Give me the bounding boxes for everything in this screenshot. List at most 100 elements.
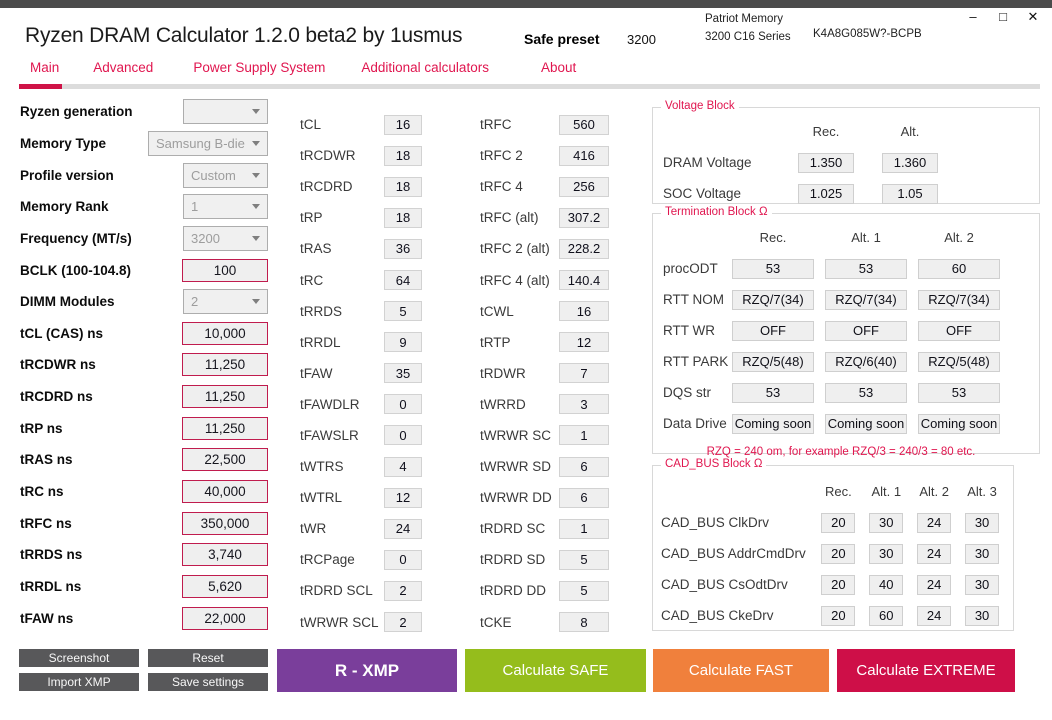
input-trdrd-sc[interactable]: 1 — [559, 518, 609, 539]
input-trtp[interactable]: 12 — [559, 332, 609, 353]
input-dram-voltage-alt[interactable]: 1.360 — [882, 152, 938, 173]
input-trfc[interactable]: 560 — [559, 114, 609, 135]
input-data-drive-alt-1[interactable]: Coming soon — [825, 413, 907, 434]
dropdown-ryzen-generation[interactable] — [183, 99, 268, 125]
input-dram-voltage-rec[interactable]: 1.350 — [798, 152, 854, 173]
r-xmp-button[interactable]: R - XMP — [277, 649, 457, 692]
input-trfc-4[interactable]: 256 — [559, 176, 609, 197]
tab-additional-calculators[interactable]: Additional calculators — [361, 60, 489, 78]
input-cad-bus-ckedrv-alt-2[interactable]: 24 — [917, 605, 952, 626]
input-tcke[interactable]: 8 — [559, 612, 609, 633]
input-trcdrd[interactable]: 18 — [384, 176, 422, 197]
close-icon[interactable]: ✕ — [1026, 8, 1040, 26]
input-dqs-str-rec[interactable]: 53 — [732, 382, 814, 403]
input-rtt-park-rec[interactable]: RZQ/5(48) — [732, 351, 814, 372]
tab-power-supply-system[interactable]: Power Supply System — [193, 60, 325, 78]
input-rtt-park-alt-2[interactable]: RZQ/5(48) — [918, 351, 1000, 372]
input-tras-ns[interactable]: 22,500 — [182, 448, 268, 472]
input-twrrd[interactable]: 3 — [559, 394, 609, 415]
input-data-drive-alt-2[interactable]: Coming soon — [918, 413, 1000, 434]
input-rtt-wr-alt-1[interactable]: OFF — [825, 320, 907, 341]
input-cad-bus-clkdrv-rec[interactable]: 20 — [821, 512, 856, 533]
input-cad-bus-addrcmddrv-alt-2[interactable]: 24 — [917, 543, 952, 564]
input-cad-bus-ckedrv-alt-1[interactable]: 60 — [869, 605, 904, 626]
input-trdrd-dd[interactable]: 5 — [559, 580, 609, 601]
input-cad-bus-addrcmddrv-alt-3[interactable]: 30 — [965, 543, 999, 564]
input-trcdrd-ns[interactable]: 11,250 — [182, 385, 268, 409]
input-tcl[interactable]: 16 — [384, 114, 422, 135]
input-twrwr-scl[interactable]: 2 — [384, 612, 422, 633]
input-trcdwr[interactable]: 18 — [384, 145, 422, 166]
input-cad-bus-csodtdrv-alt-2[interactable]: 24 — [917, 574, 952, 595]
input-tfawdlr[interactable]: 0 — [384, 394, 422, 415]
dropdown-frequency-mt-s[interactable]: 3200 — [183, 225, 268, 251]
input-procodt-alt-2[interactable]: 60 — [918, 258, 1000, 279]
input-cad-bus-ckedrv-alt-3[interactable]: 30 — [965, 605, 999, 626]
input-cad-bus-clkdrv-alt-1[interactable]: 30 — [869, 512, 904, 533]
screenshot-button[interactable]: Screenshot — [19, 649, 139, 667]
input-twtrl[interactable]: 12 — [384, 487, 422, 508]
input-cad-bus-clkdrv-alt-3[interactable]: 30 — [965, 512, 999, 533]
calculate-safe-button[interactable]: Calculate SAFE — [465, 649, 646, 692]
dropdown-profile-version[interactable]: Custom — [183, 162, 268, 188]
input-data-drive-rec[interactable]: Coming soon — [732, 413, 814, 434]
input-procodt-alt-1[interactable]: 53 — [825, 258, 907, 279]
tab-main[interactable]: Main — [30, 60, 59, 78]
input-trc-ns[interactable]: 40,000 — [182, 480, 268, 503]
input-tcwl[interactable]: 16 — [559, 301, 609, 322]
calculate-extreme-button[interactable]: Calculate EXTREME — [837, 649, 1015, 692]
input-soc-voltage-rec[interactable]: 1.025 — [798, 183, 854, 204]
input-bclk-100-104-8[interactable]: 100 — [182, 258, 268, 282]
input-soc-voltage-alt[interactable]: 1.05 — [882, 183, 938, 204]
reset-button[interactable]: Reset — [148, 649, 268, 667]
input-cad-bus-addrcmddrv-alt-1[interactable]: 30 — [869, 543, 904, 564]
input-rtt-wr-alt-2[interactable]: OFF — [918, 320, 1000, 341]
input-trp[interactable]: 18 — [384, 207, 422, 228]
input-cad-bus-csodtdrv-rec[interactable]: 20 — [821, 574, 856, 595]
input-trcdwr-ns[interactable]: 11,250 — [182, 353, 268, 377]
input-cad-bus-csodtdrv-alt-3[interactable]: 30 — [965, 574, 999, 595]
input-cad-bus-csodtdrv-alt-1[interactable]: 40 — [869, 574, 904, 595]
input-procodt-rec[interactable]: 53 — [732, 258, 814, 279]
input-trp-ns[interactable]: 11,250 — [182, 416, 268, 440]
input-tras[interactable]: 36 — [384, 238, 422, 259]
minimize-icon[interactable]: – — [966, 8, 980, 26]
input-trdrd-scl[interactable]: 2 — [384, 580, 422, 601]
input-tfaw-ns[interactable]: 22,000 — [182, 606, 268, 630]
input-trdwr[interactable]: 7 — [559, 363, 609, 384]
input-rtt-nom-rec[interactable]: RZQ/7(34) — [732, 289, 814, 310]
input-trfc-4-alt[interactable]: 140.4 — [559, 270, 609, 291]
input-tcl-cas-ns[interactable]: 10,000 — [182, 321, 268, 345]
input-rtt-nom-alt-1[interactable]: RZQ/7(34) — [825, 289, 907, 310]
input-trc[interactable]: 64 — [384, 270, 422, 291]
input-dqs-str-alt-2[interactable]: 53 — [918, 382, 1000, 403]
input-trrdl[interactable]: 9 — [384, 332, 422, 353]
dropdown-dimm-modules[interactable]: 2 — [183, 289, 268, 315]
input-trfc-2-alt[interactable]: 228.2 — [559, 238, 609, 259]
input-trrds[interactable]: 5 — [384, 301, 422, 322]
input-trdrd-sd[interactable]: 5 — [559, 549, 609, 570]
tab-about[interactable]: About — [541, 60, 576, 78]
input-twrwr-sd[interactable]: 6 — [559, 456, 609, 477]
maximize-icon[interactable]: □ — [996, 8, 1010, 26]
input-twtrs[interactable]: 4 — [384, 456, 422, 477]
dropdown-memory-type[interactable]: Samsung B-die — [148, 130, 268, 156]
input-twrwr-dd[interactable]: 6 — [559, 487, 609, 508]
input-twr[interactable]: 24 — [384, 518, 422, 539]
input-rtt-park-alt-1[interactable]: RZQ/6(40) — [825, 351, 907, 372]
input-cad-bus-clkdrv-alt-2[interactable]: 24 — [917, 512, 952, 533]
input-rtt-wr-rec[interactable]: OFF — [732, 320, 814, 341]
import-xmp-button[interactable]: Import XMP — [19, 673, 139, 691]
input-tfaw[interactable]: 35 — [384, 363, 422, 384]
input-trrdl-ns[interactable]: 5,620 — [182, 574, 268, 598]
input-cad-bus-ckedrv-rec[interactable]: 20 — [821, 605, 856, 626]
input-twrwr-sc[interactable]: 1 — [559, 425, 609, 446]
input-dqs-str-alt-1[interactable]: 53 — [825, 382, 907, 403]
input-rtt-nom-alt-2[interactable]: RZQ/7(34) — [918, 289, 1000, 310]
input-trcpage[interactable]: 0 — [384, 549, 422, 570]
input-tfawslr[interactable]: 0 — [384, 425, 422, 446]
dropdown-memory-rank[interactable]: 1 — [183, 194, 268, 220]
input-trfc-alt[interactable]: 307.2 — [559, 207, 609, 228]
input-cad-bus-addrcmddrv-rec[interactable]: 20 — [821, 543, 856, 564]
save-settings-button[interactable]: Save settings — [148, 673, 268, 691]
